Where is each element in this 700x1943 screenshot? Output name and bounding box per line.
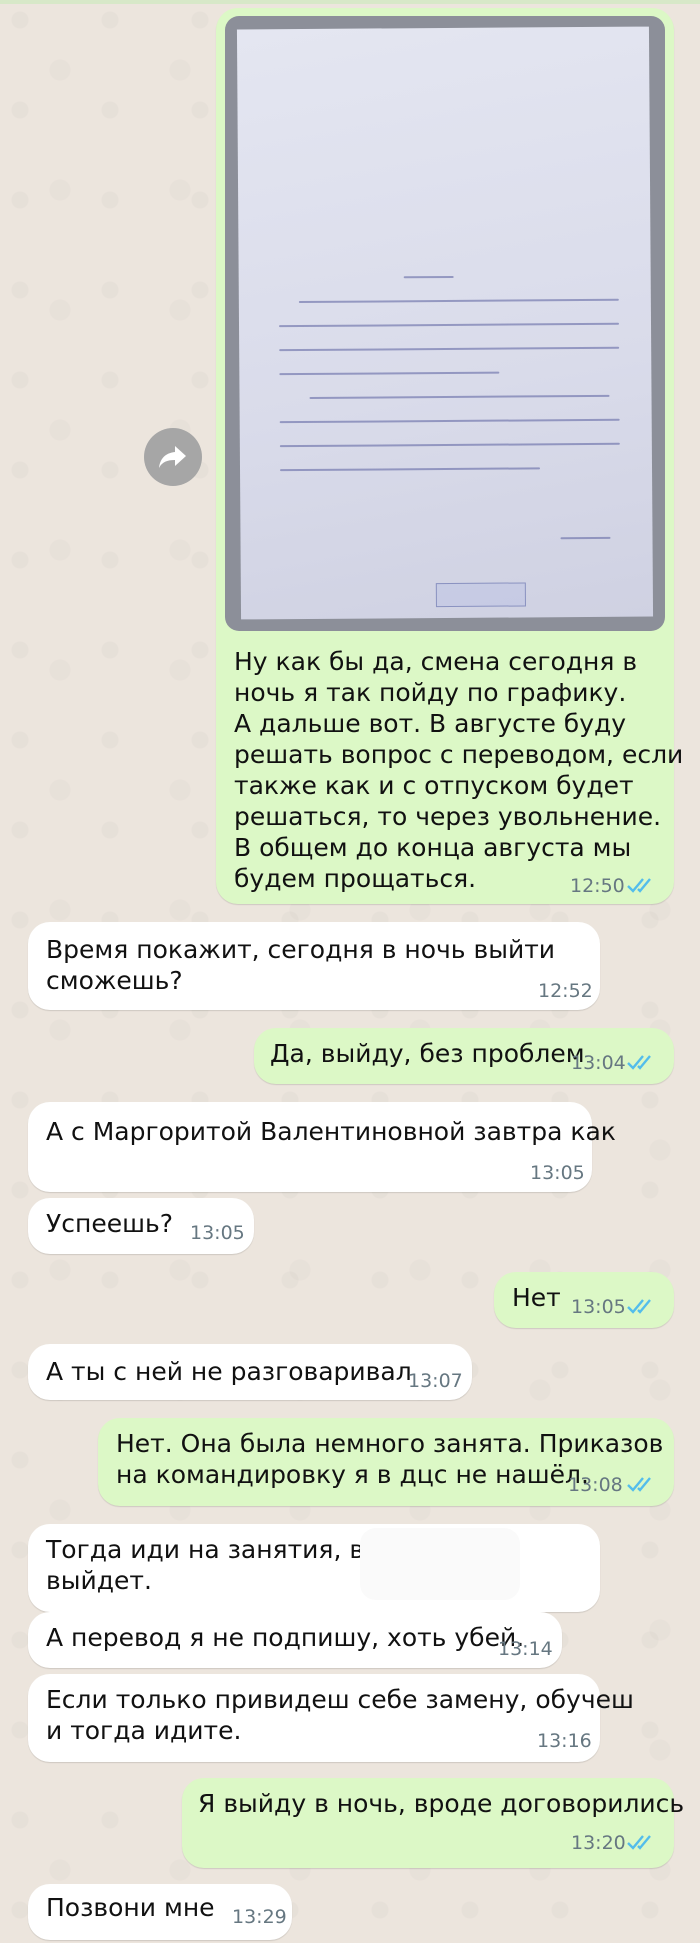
obscured-region (360, 1528, 520, 1600)
message-text: Успеешь? (46, 1209, 173, 1238)
read-ticks-icon (627, 1299, 651, 1314)
message-text: Я выйду в ночь, вроде договорились (198, 1789, 685, 1818)
message-time: 13:07 (408, 1370, 463, 1392)
message-text: А ты с ней не разговаривал (46, 1357, 412, 1386)
message-time: 13:08 (568, 1474, 623, 1496)
forward-button[interactable] (144, 428, 202, 486)
message-text: Ну как бы да, смена сегодня в ночь я так… (234, 647, 684, 893)
message-time: 13:05 (190, 1222, 245, 1244)
read-ticks-icon (627, 1055, 651, 1070)
forward-arrow-icon (159, 446, 186, 468)
message-time: 13:04 (571, 1052, 626, 1074)
message-text: Время покажит, сегодня в ночь выйти смож… (46, 935, 556, 995)
photo-attachment[interactable] (225, 16, 665, 631)
message-text: Да, выйду, без проблем (270, 1039, 585, 1068)
message-time: 13:05 (530, 1162, 585, 1184)
message-text: А перевод я не подпишу, хоть убей. (46, 1623, 525, 1652)
message-time: 12:50 (570, 875, 625, 897)
read-ticks-icon (627, 1477, 651, 1492)
message-time: 13:16 (537, 1730, 592, 1752)
message-time: 13:14 (498, 1638, 553, 1660)
top-edge-strip (0, 0, 700, 4)
message-time: 13:20 (571, 1832, 626, 1854)
message-text: А с Маргоритой Валентиновной завтра как (46, 1117, 616, 1146)
message-text: Позвони мне (46, 1893, 215, 1922)
message-text: Нет (512, 1283, 561, 1312)
message-time: 12:52 (538, 980, 593, 1002)
handwritten-document-image (236, 26, 654, 620)
message-time: 13:29 (232, 1906, 287, 1928)
message-time: 13:05 (571, 1296, 626, 1318)
read-ticks-icon (627, 878, 651, 893)
read-ticks-icon (627, 1835, 651, 1850)
